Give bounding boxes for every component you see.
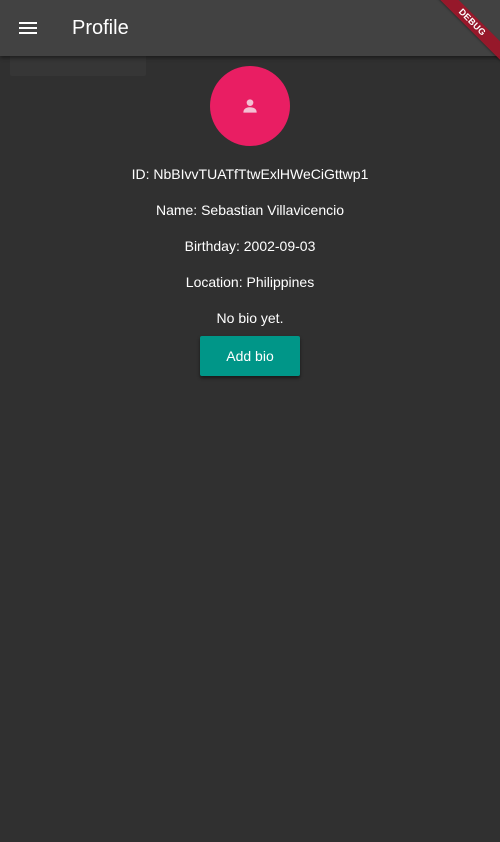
person-icon	[243, 99, 257, 113]
user-birthday-text: Birthday: 2002-09-03	[184, 238, 316, 254]
ghost-tooltip	[10, 54, 146, 76]
user-name-text: Name: Sebastian Villavicencio	[155, 202, 345, 218]
user-bio-text: No bio yet.	[216, 310, 284, 326]
menu-button[interactable]	[4, 4, 52, 52]
add-bio-button[interactable]: Add bio	[200, 336, 300, 376]
avatar	[210, 66, 290, 146]
page-title: Profile	[72, 17, 129, 39]
menu-icon	[19, 22, 37, 34]
user-id-text: ID: NbBIvvTUATfTtwExlHWeCiGttwp1	[131, 166, 369, 182]
app-bar: Profile	[0, 0, 500, 56]
user-location-text: Location: Philippines	[185, 274, 315, 290]
